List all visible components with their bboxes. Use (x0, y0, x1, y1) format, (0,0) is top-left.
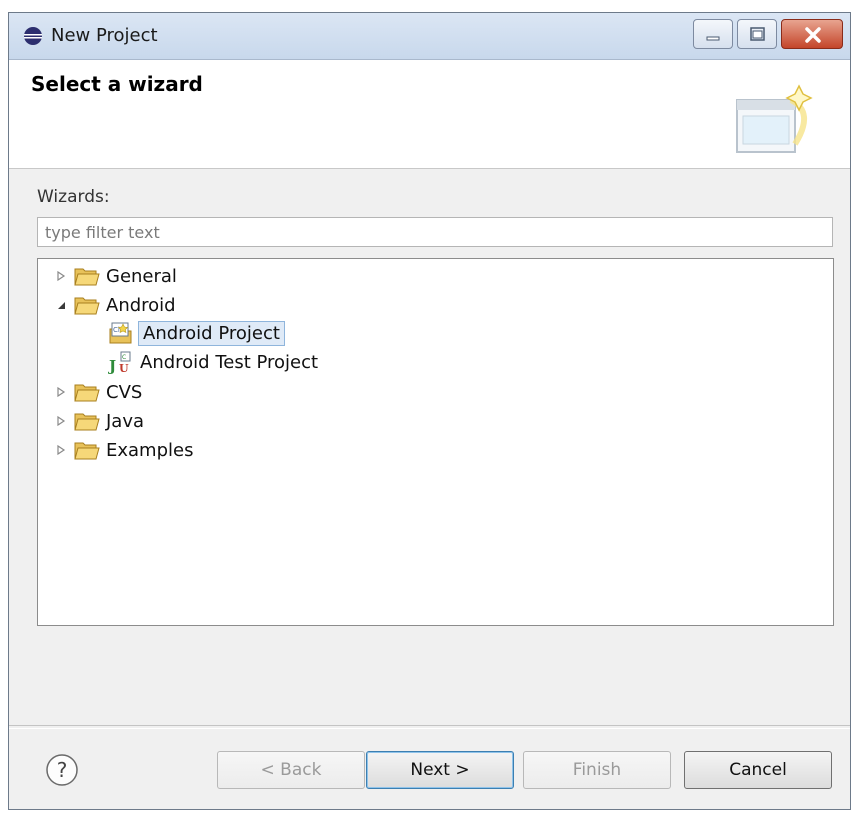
tree-node-label: Examples (106, 439, 194, 461)
tree-node-android-project[interactable]: Cl Android Project (108, 320, 285, 346)
wizard-filter-input[interactable] (37, 217, 833, 247)
tree-node-examples[interactable]: Examples (54, 437, 193, 463)
new-wizard-banner-icon (736, 84, 813, 153)
svg-text:C: C (122, 354, 126, 361)
android-project-icon: Cl (109, 322, 132, 344)
tree-node-label: Android (106, 294, 176, 316)
window-title: New Project (51, 25, 158, 46)
expand-arrow-icon[interactable] (54, 385, 68, 399)
new-project-dialog: New Project Select a wizard Wizards: typ… (8, 12, 851, 810)
restore-icon (750, 27, 765, 41)
folder-icon (74, 268, 100, 286)
folder-icon (74, 384, 100, 402)
wizard-header: Select a wizard (9, 60, 850, 169)
help-icon[interactable]: ? (45, 753, 79, 787)
svg-text:U: U (119, 362, 129, 374)
expand-arrow-icon[interactable] (54, 414, 68, 428)
button-bar-separator (9, 725, 850, 729)
svg-text:J: J (108, 357, 116, 374)
maximize-button[interactable] (737, 19, 777, 49)
tree-node-label: Android Test Project (140, 351, 319, 373)
wizard-tree[interactable]: General Android Cl Android Project J U C… (37, 258, 834, 626)
folder-icon (74, 442, 100, 460)
close-button[interactable] (781, 19, 843, 49)
next-button[interactable]: Next > (366, 751, 514, 789)
tree-node-label: General (106, 265, 177, 287)
tree-node-label: Android Project (138, 320, 285, 346)
junit-icon: J U C (108, 351, 131, 374)
folder-icon (74, 413, 100, 431)
tree-node-general[interactable]: General (54, 263, 177, 289)
close-icon (805, 27, 821, 43)
tree-node-java[interactable]: Java (54, 408, 144, 434)
tree-node-android[interactable]: Android (54, 292, 176, 318)
svg-text:?: ? (57, 758, 68, 782)
minimize-icon (706, 36, 720, 41)
finish-button[interactable]: Finish (523, 751, 671, 789)
back-button[interactable]: < Back (217, 751, 365, 789)
wizards-label: Wizards: (37, 187, 110, 207)
expand-arrow-icon[interactable] (54, 269, 68, 283)
cancel-button[interactable]: Cancel (684, 751, 832, 789)
title-bar[interactable]: New Project (9, 13, 850, 60)
page-title: Select a wizard (31, 72, 203, 96)
expand-arrow-icon[interactable] (54, 443, 68, 457)
minimize-button[interactable] (693, 19, 733, 49)
collapse-arrow-icon[interactable] (54, 298, 68, 312)
tree-node-android-test-project[interactable]: J U C Android Test Project (108, 349, 318, 375)
eclipse-icon (24, 27, 42, 45)
tree-node-label: CVS (106, 381, 143, 403)
tree-node-label: Java (106, 410, 145, 432)
tree-node-cvs[interactable]: CVS (54, 379, 142, 405)
folder-open-icon (74, 297, 100, 315)
